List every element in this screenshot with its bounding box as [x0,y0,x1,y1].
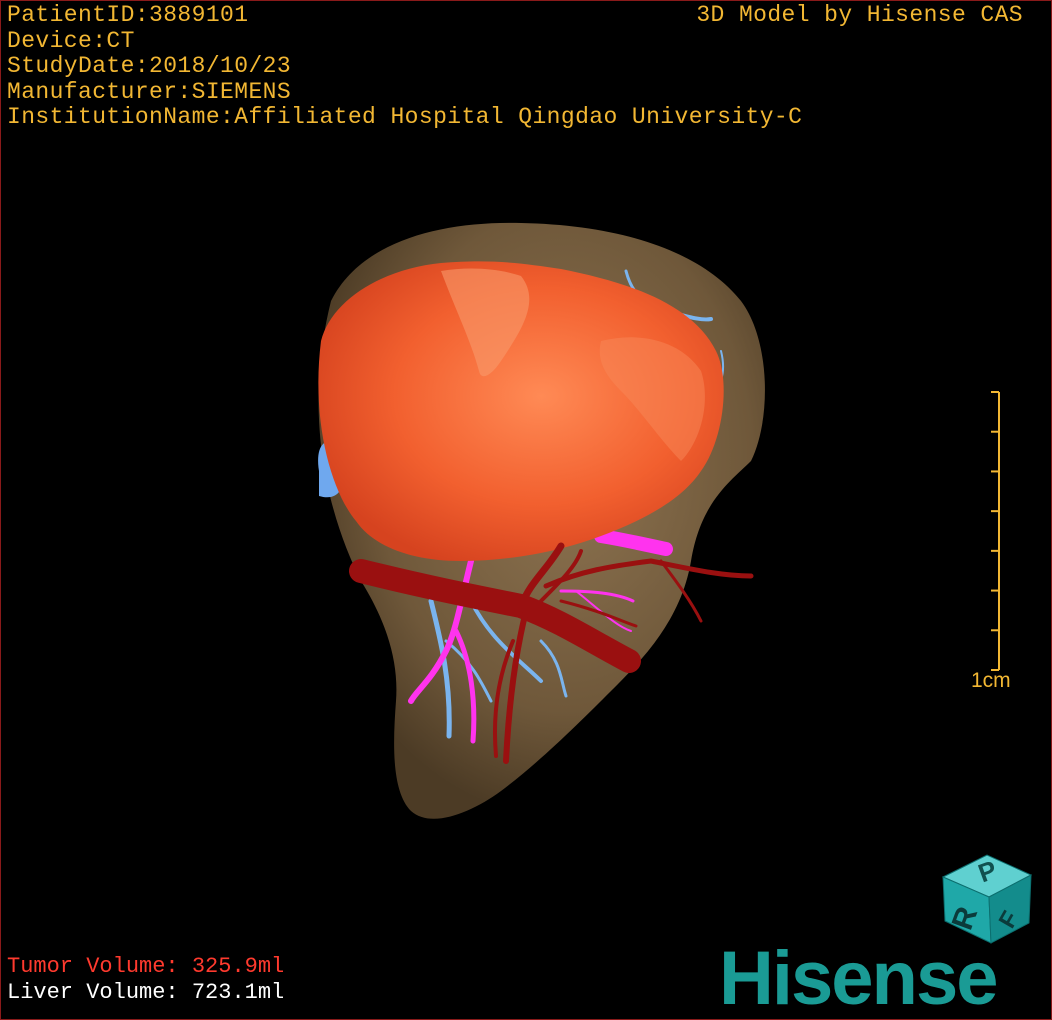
liver-3d-model[interactable] [1,1,1051,1019]
model-credit-text: 3D Model by Hisense CAS [696,2,1023,28]
tumor-volume-value: 325.9ml [191,954,285,979]
liver-volume-row: Liver Volume: 723.1ml [7,980,284,1006]
liver-volume-value: 723.1ml [191,980,285,1005]
patient-id-text: PatientID:3889101 [7,2,249,28]
tumor-volume-label: Tumor Volume: [7,954,179,979]
scale-bar [991,391,1000,671]
volume-readout: Tumor Volume: 325.9ml Liver Volume: 723.… [7,954,284,1006]
scale-bar-label: 1cm [971,669,1011,692]
3d-viewport[interactable]: PatientID:3889101 Device:CT StudyDate:20… [0,0,1052,1020]
liver-volume-label: Liver Volume: [7,980,179,1005]
manufacturer-text: Manufacturer:SIEMENS [7,78,292,105]
study-date-text: StudyDate:2018/10/23 [7,53,292,80]
tumor-volume-row: Tumor Volume: 325.9ml [7,954,284,980]
device-text: Device:CT [7,27,135,54]
institution-name-text: InstitutionName:Affiliated Hospital Qing… [7,104,803,131]
hisense-logo: Hisense [719,936,998,1020]
patient-info-overlay: PatientID:3889101 Device:CT StudyDate:20… [7,2,803,131]
orientation-cube-icon[interactable]: P R F [931,839,1041,949]
